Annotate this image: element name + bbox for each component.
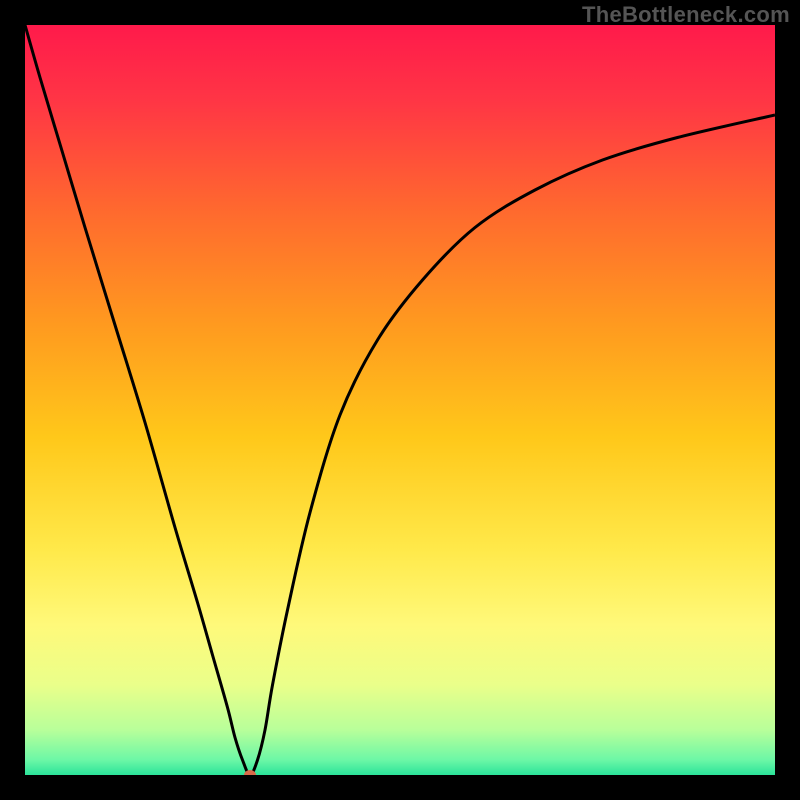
chart-frame: TheBottleneck.com <box>0 0 800 800</box>
bottleneck-chart <box>25 25 775 775</box>
plot-area <box>25 25 775 775</box>
watermark-text: TheBottleneck.com <box>582 2 790 28</box>
